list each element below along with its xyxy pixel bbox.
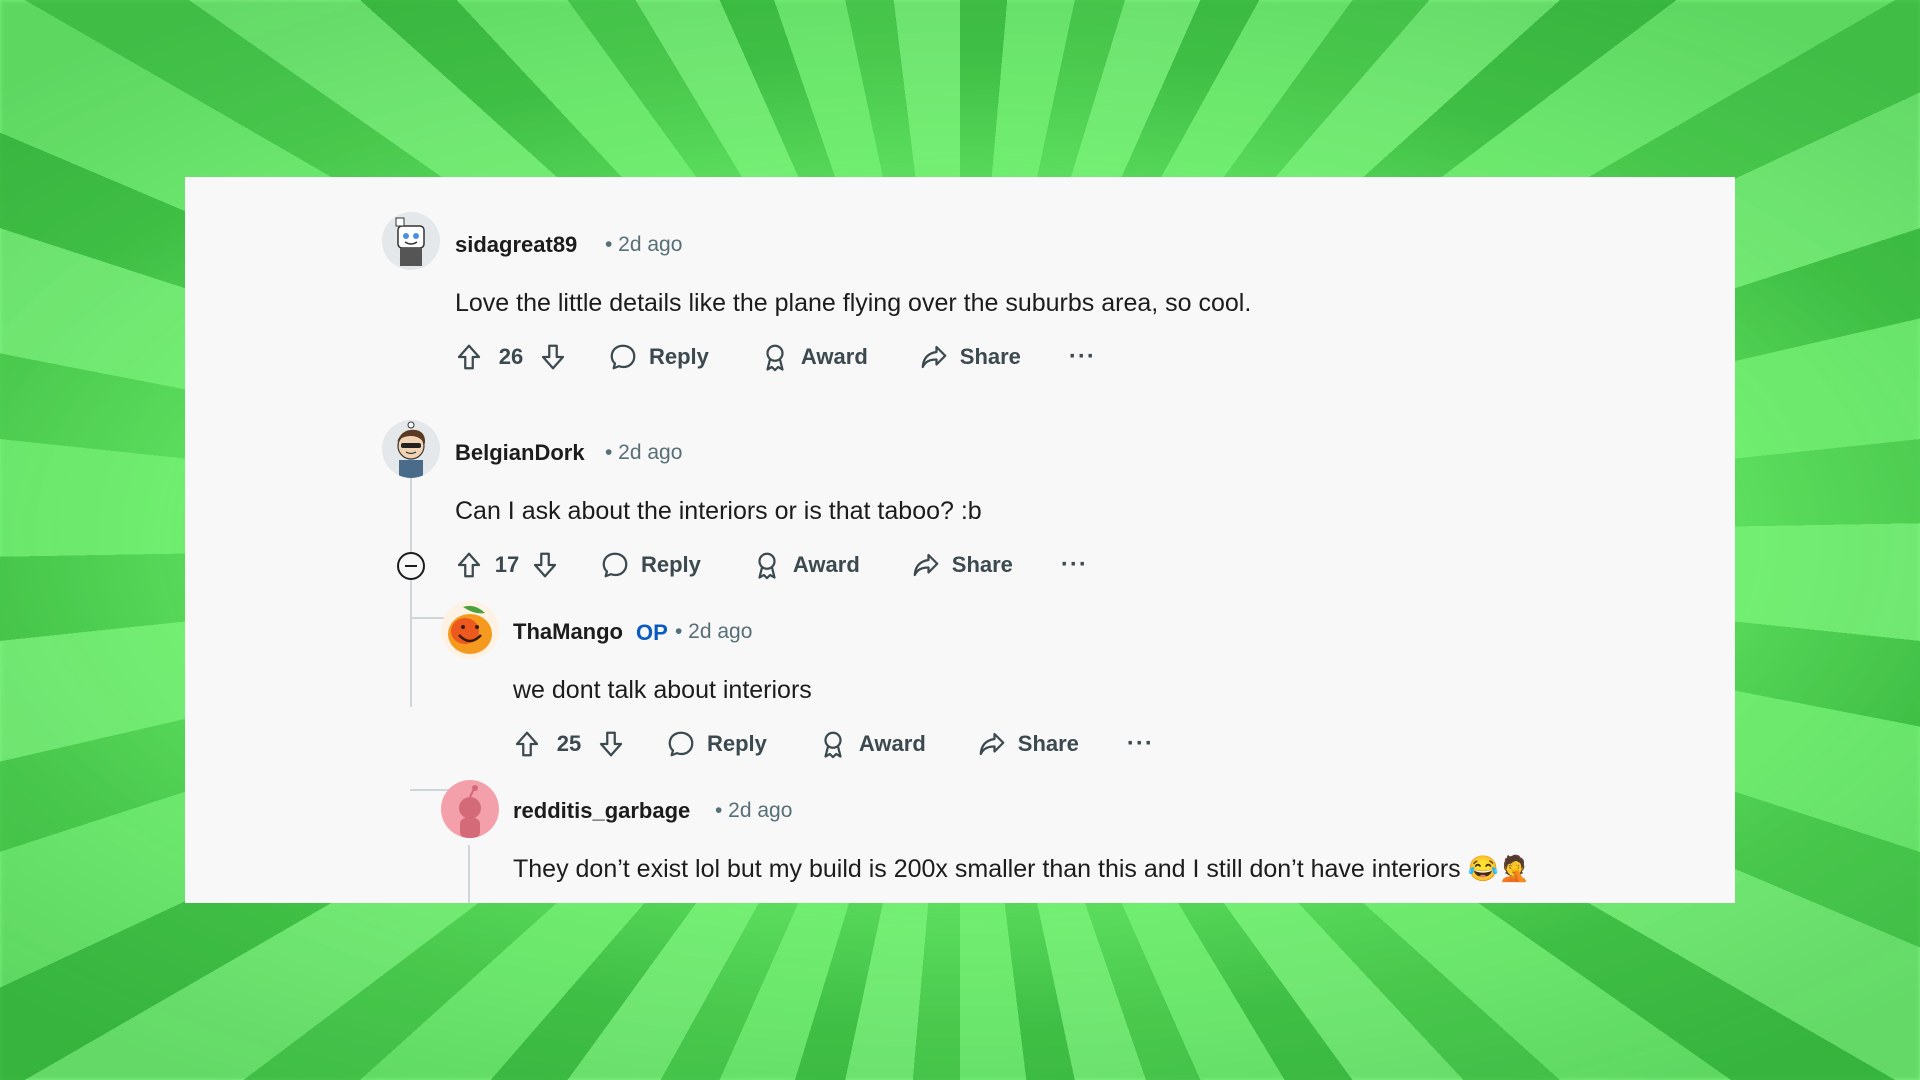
upvote-icon[interactable] — [453, 549, 485, 581]
award-button[interactable]: Award — [759, 341, 868, 373]
avatar[interactable] — [382, 420, 440, 478]
share-label: Share — [959, 344, 1021, 369]
downvote-icon[interactable] — [537, 341, 569, 373]
comment-body: Can I ask about the interiors or is that… — [455, 497, 982, 525]
award-label: Award — [792, 552, 860, 577]
comment-timestamp[interactable]: • 2d ago — [605, 233, 682, 257]
award-icon — [759, 341, 791, 373]
comment-username[interactable]: redditis_garbage — [513, 798, 690, 824]
reply-button[interactable]: Reply — [607, 341, 709, 373]
reply-label: Reply — [641, 552, 701, 577]
share-button[interactable]: Share — [910, 549, 1013, 581]
thread-connector-redditis — [410, 789, 450, 791]
share-icon — [976, 728, 1008, 760]
comment-body: we dont talk about interiors — [513, 676, 812, 704]
comment-username[interactable]: BelgianDork — [455, 440, 585, 466]
comment-timestamp[interactable]: • 2d ago — [605, 441, 682, 465]
comment-icon — [607, 341, 639, 373]
award-icon — [751, 549, 783, 581]
award-button[interactable]: Award — [817, 728, 926, 760]
comment-timestamp[interactable]: • 2d ago — [715, 799, 792, 823]
more-icon[interactable]: ··· — [1069, 343, 1096, 371]
share-icon — [918, 341, 950, 373]
share-icon — [910, 549, 942, 581]
thread-line-redditis — [468, 845, 470, 903]
collapse-thread-button[interactable] — [395, 550, 427, 582]
comment-actions: 17 Reply Award Share ··· — [453, 545, 1088, 585]
upvote-icon[interactable] — [453, 341, 485, 373]
share-label: Share — [1017, 731, 1079, 756]
comment-icon — [599, 549, 631, 581]
share-label: Share — [951, 552, 1013, 577]
reply-button[interactable]: Reply — [665, 728, 767, 760]
vote-count: 25 — [556, 731, 582, 756]
downvote-icon[interactable] — [595, 728, 627, 760]
downvote-icon[interactable] — [529, 549, 561, 581]
vote-count: 17 — [494, 552, 520, 577]
share-button[interactable]: Share — [976, 728, 1079, 760]
comment-thread-panel: sidagreat89 • 2d ago Love the little det… — [185, 177, 1735, 903]
comment-actions: 25 Reply Award Share ··· — [511, 724, 1154, 764]
reply-label: Reply — [707, 731, 767, 756]
avatar[interactable] — [441, 780, 499, 838]
thread-line-belgiandork — [410, 477, 412, 707]
comment-username[interactable]: sidagreat89 — [455, 232, 577, 258]
comment-timestamp[interactable]: • 2d ago — [675, 620, 752, 644]
vote-count: 26 — [498, 344, 524, 369]
comment-actions: 26 Reply Award Share ··· — [453, 337, 1096, 377]
avatar[interactable] — [382, 212, 440, 270]
share-button[interactable]: Share — [918, 341, 1021, 373]
comment-body: Love the little details like the plane f… — [455, 289, 1252, 317]
comment-body: They don’t exist lol but my build is 200… — [513, 855, 1530, 883]
award-label: Award — [858, 731, 926, 756]
upvote-icon[interactable] — [511, 728, 543, 760]
award-icon — [817, 728, 849, 760]
award-label: Award — [800, 344, 868, 369]
award-button[interactable]: Award — [751, 549, 860, 581]
more-icon[interactable]: ··· — [1127, 730, 1154, 758]
avatar[interactable] — [441, 601, 499, 659]
comment-icon — [665, 728, 697, 760]
mango-avatar-icon — [448, 605, 492, 654]
op-badge: OP — [636, 620, 668, 645]
more-icon[interactable]: ··· — [1061, 551, 1088, 579]
comment-username[interactable]: ThaMango — [513, 619, 623, 645]
reply-button[interactable]: Reply — [599, 549, 701, 581]
snoo-avatar-icon — [395, 217, 425, 266]
default-snoo-avatar-icon — [459, 785, 481, 838]
snoo-avatar-icon — [397, 421, 426, 478]
collapse-icon — [397, 552, 425, 580]
reply-label: Reply — [649, 344, 709, 369]
